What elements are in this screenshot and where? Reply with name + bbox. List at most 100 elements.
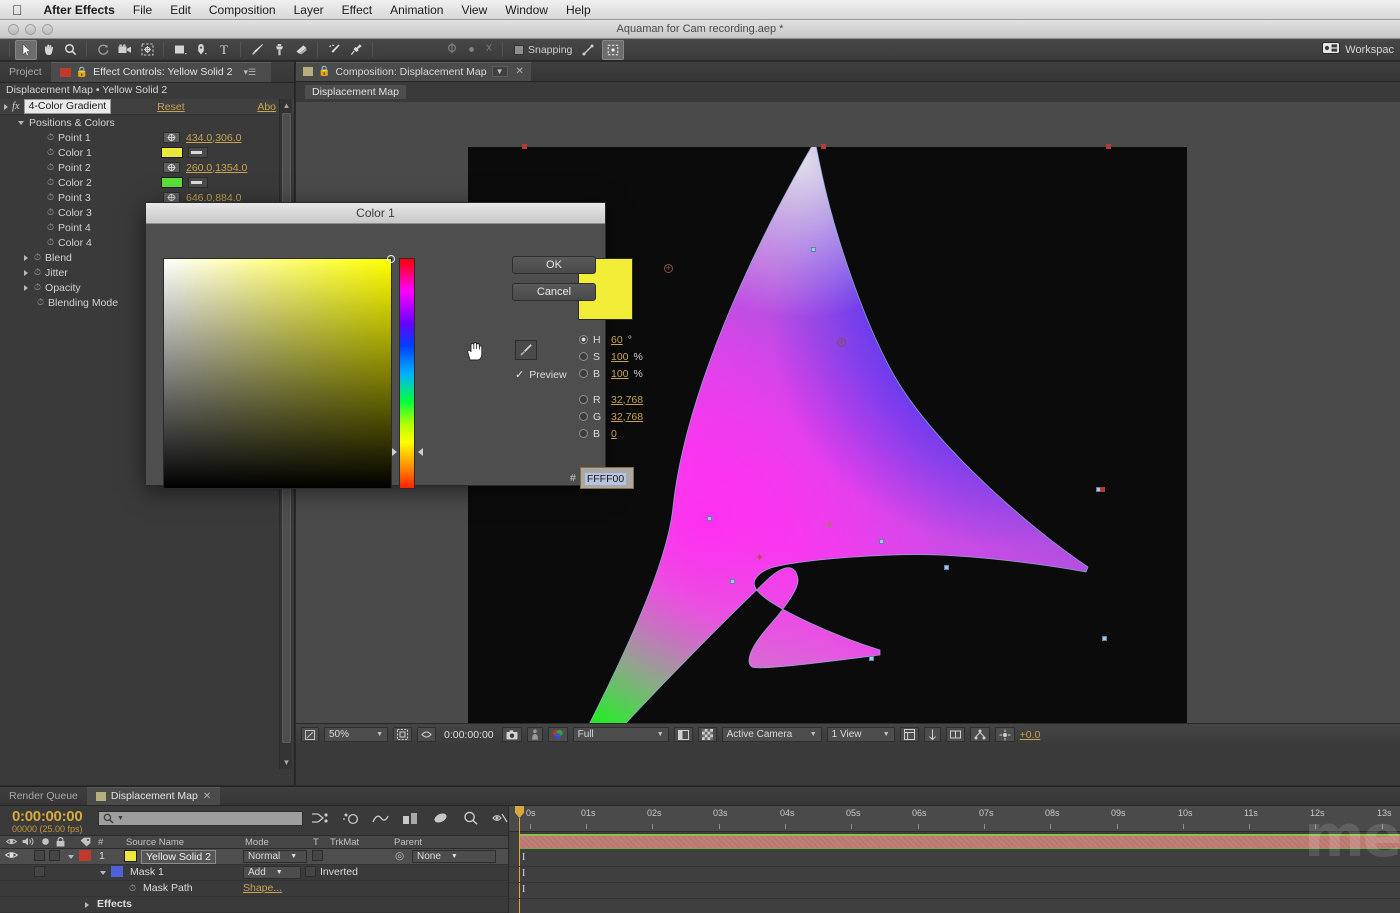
keyframe-indicator[interactable]: I bbox=[522, 852, 525, 863]
color-picker-dialog[interactable]: Color 1 H 60 ° S 100 % B 100 % R 32,768 … bbox=[145, 202, 643, 489]
type-tool[interactable]: T bbox=[213, 40, 235, 60]
property-row-point-1[interactable]: ⏱ Point 1 434.0,306.0 bbox=[0, 130, 294, 145]
effects-disclosure-triangle[interactable] bbox=[85, 902, 89, 908]
scroll-up-arrow[interactable]: ▲ bbox=[280, 99, 293, 112]
mask-vertex[interactable] bbox=[869, 656, 874, 661]
field-value[interactable]: 0 bbox=[611, 428, 617, 440]
view-layout-select[interactable]: 1 View ▼ bbox=[826, 727, 895, 742]
selection-tool[interactable] bbox=[15, 39, 37, 60]
layer-source-name[interactable]: Yellow Solid 2 bbox=[141, 850, 216, 864]
always-preview-this-view-icon[interactable] bbox=[301, 727, 319, 742]
apple-logo-icon[interactable]:  bbox=[12, 3, 23, 17]
lock-icon[interactable]: 🔒 bbox=[318, 66, 330, 77]
mask-vertex[interactable] bbox=[707, 516, 712, 521]
field-value[interactable]: 32,768 bbox=[611, 411, 643, 423]
t-header[interactable]: T bbox=[313, 837, 319, 848]
solo-toggle[interactable] bbox=[34, 850, 45, 861]
mask-vertex[interactable] bbox=[1102, 636, 1107, 641]
effect-name[interactable]: 4-Color Gradient bbox=[23, 99, 112, 114]
blend-disclosure-triangle[interactable] bbox=[24, 254, 28, 261]
timeline-ruler[interactable]: 0s 01s 02s 03s 04s 05s 06s 07s 08s 09s 1… bbox=[509, 806, 1400, 832]
hue-slider[interactable] bbox=[399, 258, 415, 489]
hex-input[interactable]: FFFF00 bbox=[579, 467, 634, 489]
mask-path-shape-link[interactable]: Shape... bbox=[243, 882, 282, 894]
motion-blur-icon[interactable] bbox=[340, 809, 360, 827]
workspace-selector[interactable]: Workspac bbox=[1322, 41, 1394, 59]
eraser-icon[interactable] bbox=[430, 809, 450, 827]
mask-vertex[interactable] bbox=[730, 579, 735, 584]
layer-disclosure-triangle[interactable] bbox=[68, 855, 74, 859]
tab-effect-controls[interactable]: 🔒 Effect Controls: Yellow Solid 2 ▾☰ bbox=[50, 62, 272, 82]
tab-displacement-map[interactable]: Displacement Map ✕ bbox=[86, 787, 221, 805]
mask-mode-select[interactable]: Add ▼ bbox=[243, 866, 301, 879]
field-value[interactable]: 100 bbox=[611, 351, 629, 363]
region-of-interest-icon[interactable] bbox=[673, 727, 693, 742]
exposure-reset-icon[interactable] bbox=[994, 727, 1015, 742]
red-radio[interactable] bbox=[579, 395, 588, 404]
show-channel-icon[interactable] bbox=[547, 727, 568, 742]
breadcrumb-item[interactable]: Displacement Map bbox=[304, 84, 407, 100]
stopwatch-icon[interactable]: ⏱ bbox=[47, 237, 54, 248]
transparency-grid-icon[interactable] bbox=[697, 727, 717, 742]
stopwatch-icon[interactable]: ⏱ bbox=[47, 177, 54, 188]
fast-previews-icon[interactable] bbox=[923, 727, 941, 742]
puppet-pin-tool[interactable] bbox=[345, 40, 367, 60]
field-row-red[interactable]: R 32,768 bbox=[579, 391, 643, 408]
hue-radio[interactable] bbox=[579, 335, 588, 344]
property-group-positions-colors[interactable]: Positions & Colors bbox=[0, 115, 294, 130]
tab-composition-displacement-map[interactable]: 🔒 Composition: Displacement Map ▼ ✕ bbox=[296, 62, 531, 81]
close-icon[interactable]: ✕ bbox=[516, 66, 524, 77]
ok-button[interactable]: OK bbox=[512, 256, 596, 274]
effect-point-marker[interactable]: ✦ bbox=[824, 519, 834, 531]
tab-project[interactable]: Project bbox=[0, 62, 51, 82]
mask-disclosure-triangle[interactable] bbox=[100, 871, 106, 875]
trkmat-toggle[interactable] bbox=[312, 850, 323, 861]
menu-app-name[interactable]: After Effects bbox=[35, 0, 124, 20]
mask-name[interactable]: Mask 1 bbox=[130, 866, 164, 878]
menu-item-help[interactable]: Help bbox=[557, 0, 600, 20]
property-value[interactable]: 260.0,1354.0 bbox=[186, 162, 247, 174]
keyframe-indicator[interactable]: I bbox=[522, 868, 525, 879]
field-value[interactable]: 32,768 bbox=[611, 394, 643, 406]
hand-tool[interactable] bbox=[37, 40, 59, 60]
brush-tool[interactable] bbox=[246, 40, 268, 60]
effect-point-marker[interactable]: + bbox=[837, 338, 846, 347]
property-value[interactable]: 434.0,306.0 bbox=[186, 132, 241, 144]
trkmat-header[interactable]: TrkMat bbox=[330, 837, 359, 848]
timeline-search-input[interactable]: ▼ bbox=[98, 811, 303, 826]
preview-checkbox[interactable]: ✓ bbox=[515, 368, 524, 381]
menu-item-composition[interactable]: Composition bbox=[200, 0, 285, 20]
mask-vertex[interactable] bbox=[944, 565, 949, 570]
stopwatch-icon[interactable]: ⏱ bbox=[47, 162, 54, 173]
opacity-disclosure-triangle[interactable] bbox=[24, 284, 28, 291]
graph-editor-icon[interactable] bbox=[370, 809, 390, 827]
choose-grid-guide-icon[interactable] bbox=[393, 727, 412, 742]
layer-duration-bar[interactable] bbox=[520, 834, 1400, 849]
roto-brush-tool[interactable] bbox=[323, 40, 345, 60]
clone-stamp-tool[interactable] bbox=[268, 40, 290, 60]
current-time-display[interactable]: 0:00:00:00 bbox=[441, 729, 497, 741]
stopwatch-icon[interactable]: ⏱ bbox=[47, 132, 54, 143]
show-snapshot-icon[interactable] bbox=[526, 727, 543, 742]
parent-header[interactable]: Parent bbox=[394, 837, 422, 848]
saturation-brightness-field[interactable] bbox=[163, 255, 395, 489]
stopwatch-icon[interactable]: ⏱ bbox=[34, 252, 41, 263]
stopwatch-icon[interactable]: ⏱ bbox=[47, 207, 54, 218]
resolution-select[interactable]: Full ▼ bbox=[572, 727, 669, 742]
menu-item-window[interactable]: Window bbox=[496, 0, 557, 20]
field-value[interactable]: 100 bbox=[611, 368, 629, 380]
lock-icon[interactable]: 🔒 bbox=[76, 67, 88, 78]
snapping-group[interactable]: Snapping bbox=[514, 44, 572, 56]
stopwatch-icon[interactable]: ⏱ bbox=[47, 222, 54, 233]
effect-about-link[interactable]: Abo bbox=[257, 101, 276, 113]
parent-pickwhip-icon[interactable]: ◎ bbox=[395, 850, 404, 862]
eyedropper-icon[interactable] bbox=[188, 177, 208, 188]
toggle-mask-shape-visibility-icon[interactable] bbox=[417, 727, 436, 742]
property-row-color-1[interactable]: ⏱ Color 1 bbox=[0, 145, 294, 160]
menu-item-view[interactable]: View bbox=[452, 0, 496, 20]
stopwatch-icon[interactable]: ⏱ bbox=[47, 147, 54, 158]
stopwatch-icon[interactable]: ⏱ bbox=[47, 192, 54, 203]
local-axis-mode-icon[interactable] bbox=[577, 40, 599, 60]
menu-item-layer[interactable]: Layer bbox=[285, 0, 333, 20]
mask-color-swatch[interactable] bbox=[111, 866, 123, 877]
